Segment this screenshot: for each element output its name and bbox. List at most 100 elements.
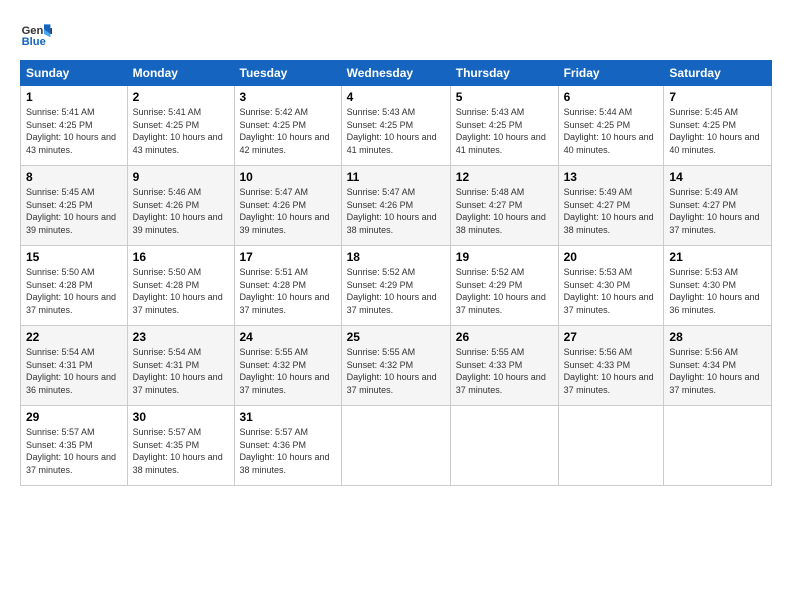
weekday-header: Tuesday	[234, 61, 341, 86]
day-info: Sunrise: 5:56 AMSunset: 4:34 PMDaylight:…	[669, 346, 766, 396]
weekday-header: Friday	[558, 61, 664, 86]
calendar-cell: 9 Sunrise: 5:46 AMSunset: 4:26 PMDaylight…	[127, 166, 234, 246]
header: General Blue	[20, 18, 772, 50]
day-info: Sunrise: 5:44 AMSunset: 4:25 PMDaylight:…	[564, 106, 659, 156]
day-info: Sunrise: 5:50 AMSunset: 4:28 PMDaylight:…	[133, 266, 229, 316]
day-number: 21	[669, 250, 766, 264]
calendar-cell: 14 Sunrise: 5:49 AMSunset: 4:27 PMDayligh…	[664, 166, 772, 246]
day-number: 27	[564, 330, 659, 344]
day-number: 23	[133, 330, 229, 344]
weekday-header: Wednesday	[341, 61, 450, 86]
day-info: Sunrise: 5:53 AMSunset: 4:30 PMDaylight:…	[669, 266, 766, 316]
day-info: Sunrise: 5:57 AMSunset: 4:35 PMDaylight:…	[133, 426, 229, 476]
day-info: Sunrise: 5:47 AMSunset: 4:26 PMDaylight:…	[240, 186, 336, 236]
weekday-header: Thursday	[450, 61, 558, 86]
calendar-cell: 25 Sunrise: 5:55 AMSunset: 4:32 PMDayligh…	[341, 326, 450, 406]
day-info: Sunrise: 5:52 AMSunset: 4:29 PMDaylight:…	[456, 266, 553, 316]
calendar-cell: 2 Sunrise: 5:41 AMSunset: 4:25 PMDaylight…	[127, 86, 234, 166]
day-info: Sunrise: 5:57 AMSunset: 4:36 PMDaylight:…	[240, 426, 336, 476]
calendar-cell: 15Sunrise: 5:50 AMSunset: 4:28 PMDayligh…	[21, 246, 128, 326]
calendar-cell	[450, 406, 558, 486]
calendar-cell: 13 Sunrise: 5:49 AMSunset: 4:27 PMDayligh…	[558, 166, 664, 246]
day-info: Sunrise: 5:47 AMSunset: 4:26 PMDaylight:…	[347, 186, 445, 236]
calendar-cell: 17 Sunrise: 5:51 AMSunset: 4:28 PMDayligh…	[234, 246, 341, 326]
calendar-cell: 29 Sunrise: 5:57 AMSunset: 4:35 PMDayligh…	[21, 406, 128, 486]
calendar-cell	[341, 406, 450, 486]
day-info: Sunrise: 5:46 AMSunset: 4:26 PMDaylight:…	[133, 186, 229, 236]
day-number: 24	[240, 330, 336, 344]
day-info: Sunrise: 5:55 AMSunset: 4:33 PMDaylight:…	[456, 346, 553, 396]
calendar-cell: 1Sunrise: 5:41 AMSunset: 4:25 PMDaylight…	[21, 86, 128, 166]
weekday-header: Sunday	[21, 61, 128, 86]
day-info: Sunrise: 5:54 AMSunset: 4:31 PMDaylight:…	[133, 346, 229, 396]
day-number: 12	[456, 170, 553, 184]
day-number: 30	[133, 410, 229, 424]
day-number: 13	[564, 170, 659, 184]
day-number: 6	[564, 90, 659, 104]
day-number: 4	[347, 90, 445, 104]
day-number: 17	[240, 250, 336, 264]
day-number: 25	[347, 330, 445, 344]
day-info: Sunrise: 5:52 AMSunset: 4:29 PMDaylight:…	[347, 266, 445, 316]
calendar-cell: 4 Sunrise: 5:43 AMSunset: 4:25 PMDaylight…	[341, 86, 450, 166]
calendar-cell: 18Sunrise: 5:52 AMSunset: 4:29 PMDayligh…	[341, 246, 450, 326]
day-info: Sunrise: 5:57 AMSunset: 4:35 PMDaylight:…	[26, 426, 122, 476]
calendar-cell: 30 Sunrise: 5:57 AMSunset: 4:35 PMDayligh…	[127, 406, 234, 486]
calendar-cell: 16 Sunrise: 5:50 AMSunset: 4:28 PMDayligh…	[127, 246, 234, 326]
day-number: 2	[133, 90, 229, 104]
day-number: 19	[456, 250, 553, 264]
calendar-cell: 7Sunrise: 5:45 AMSunset: 4:25 PMDaylight…	[664, 86, 772, 166]
logo: General Blue	[20, 18, 52, 50]
day-number: 28	[669, 330, 766, 344]
day-info: Sunrise: 5:42 AMSunset: 4:25 PMDaylight:…	[240, 106, 336, 156]
svg-text:Blue: Blue	[22, 36, 46, 48]
calendar-cell: 8 Sunrise: 5:45 AMSunset: 4:25 PMDaylight…	[21, 166, 128, 246]
day-info: Sunrise: 5:41 AMSunset: 4:25 PMDaylight:…	[26, 106, 122, 156]
calendar-cell: 11 Sunrise: 5:47 AMSunset: 4:26 PMDayligh…	[341, 166, 450, 246]
day-number: 22	[26, 330, 122, 344]
calendar-cell: 10 Sunrise: 5:47 AMSunset: 4:26 PMDayligh…	[234, 166, 341, 246]
calendar-cell: 31Sunrise: 5:57 AMSunset: 4:36 PMDayligh…	[234, 406, 341, 486]
day-info: Sunrise: 5:48 AMSunset: 4:27 PMDaylight:…	[456, 186, 553, 236]
day-info: Sunrise: 5:45 AMSunset: 4:25 PMDaylight:…	[26, 186, 122, 236]
day-number: 16	[133, 250, 229, 264]
day-info: Sunrise: 5:43 AMSunset: 4:25 PMDaylight:…	[347, 106, 445, 156]
day-info: Sunrise: 5:54 AMSunset: 4:31 PMDaylight:…	[26, 346, 122, 396]
calendar-cell: 12 Sunrise: 5:48 AMSunset: 4:27 PMDayligh…	[450, 166, 558, 246]
calendar-cell: 28 Sunrise: 5:56 AMSunset: 4:34 PMDayligh…	[664, 326, 772, 406]
calendar-cell: 27 Sunrise: 5:56 AMSunset: 4:33 PMDayligh…	[558, 326, 664, 406]
day-number: 11	[347, 170, 445, 184]
calendar-cell: 24 Sunrise: 5:55 AMSunset: 4:32 PMDayligh…	[234, 326, 341, 406]
day-number: 8	[26, 170, 122, 184]
day-number: 14	[669, 170, 766, 184]
calendar-cell: 19 Sunrise: 5:52 AMSunset: 4:29 PMDayligh…	[450, 246, 558, 326]
day-number: 3	[240, 90, 336, 104]
day-number: 9	[133, 170, 229, 184]
day-info: Sunrise: 5:55 AMSunset: 4:32 PMDaylight:…	[347, 346, 445, 396]
day-number: 5	[456, 90, 553, 104]
page: General Blue SundayMondayTuesdayWednesda…	[0, 0, 792, 612]
calendar-cell	[664, 406, 772, 486]
day-info: Sunrise: 5:49 AMSunset: 4:27 PMDaylight:…	[564, 186, 659, 236]
day-info: Sunrise: 5:56 AMSunset: 4:33 PMDaylight:…	[564, 346, 659, 396]
day-info: Sunrise: 5:55 AMSunset: 4:32 PMDaylight:…	[240, 346, 336, 396]
day-number: 29	[26, 410, 122, 424]
calendar-cell: 6 Sunrise: 5:44 AMSunset: 4:25 PMDaylight…	[558, 86, 664, 166]
day-number: 7	[669, 90, 766, 104]
calendar-cell: 20Sunrise: 5:53 AMSunset: 4:30 PMDayligh…	[558, 246, 664, 326]
day-info: Sunrise: 5:51 AMSunset: 4:28 PMDaylight:…	[240, 266, 336, 316]
calendar-cell: 5 Sunrise: 5:43 AMSunset: 4:25 PMDaylight…	[450, 86, 558, 166]
day-info: Sunrise: 5:49 AMSunset: 4:27 PMDaylight:…	[669, 186, 766, 236]
day-info: Sunrise: 5:41 AMSunset: 4:25 PMDaylight:…	[133, 106, 229, 156]
calendar-cell: 22 Sunrise: 5:54 AMSunset: 4:31 PMDayligh…	[21, 326, 128, 406]
weekday-header: Monday	[127, 61, 234, 86]
calendar-cell	[558, 406, 664, 486]
day-number: 10	[240, 170, 336, 184]
day-number: 15	[26, 250, 122, 264]
calendar-cell: 21 Sunrise: 5:53 AMSunset: 4:30 PMDayligh…	[664, 246, 772, 326]
calendar-cell: 26Sunrise: 5:55 AMSunset: 4:33 PMDayligh…	[450, 326, 558, 406]
day-info: Sunrise: 5:43 AMSunset: 4:25 PMDaylight:…	[456, 106, 553, 156]
day-info: Sunrise: 5:53 AMSunset: 4:30 PMDaylight:…	[564, 266, 659, 316]
calendar-cell: 23 Sunrise: 5:54 AMSunset: 4:31 PMDayligh…	[127, 326, 234, 406]
weekday-header: Saturday	[664, 61, 772, 86]
